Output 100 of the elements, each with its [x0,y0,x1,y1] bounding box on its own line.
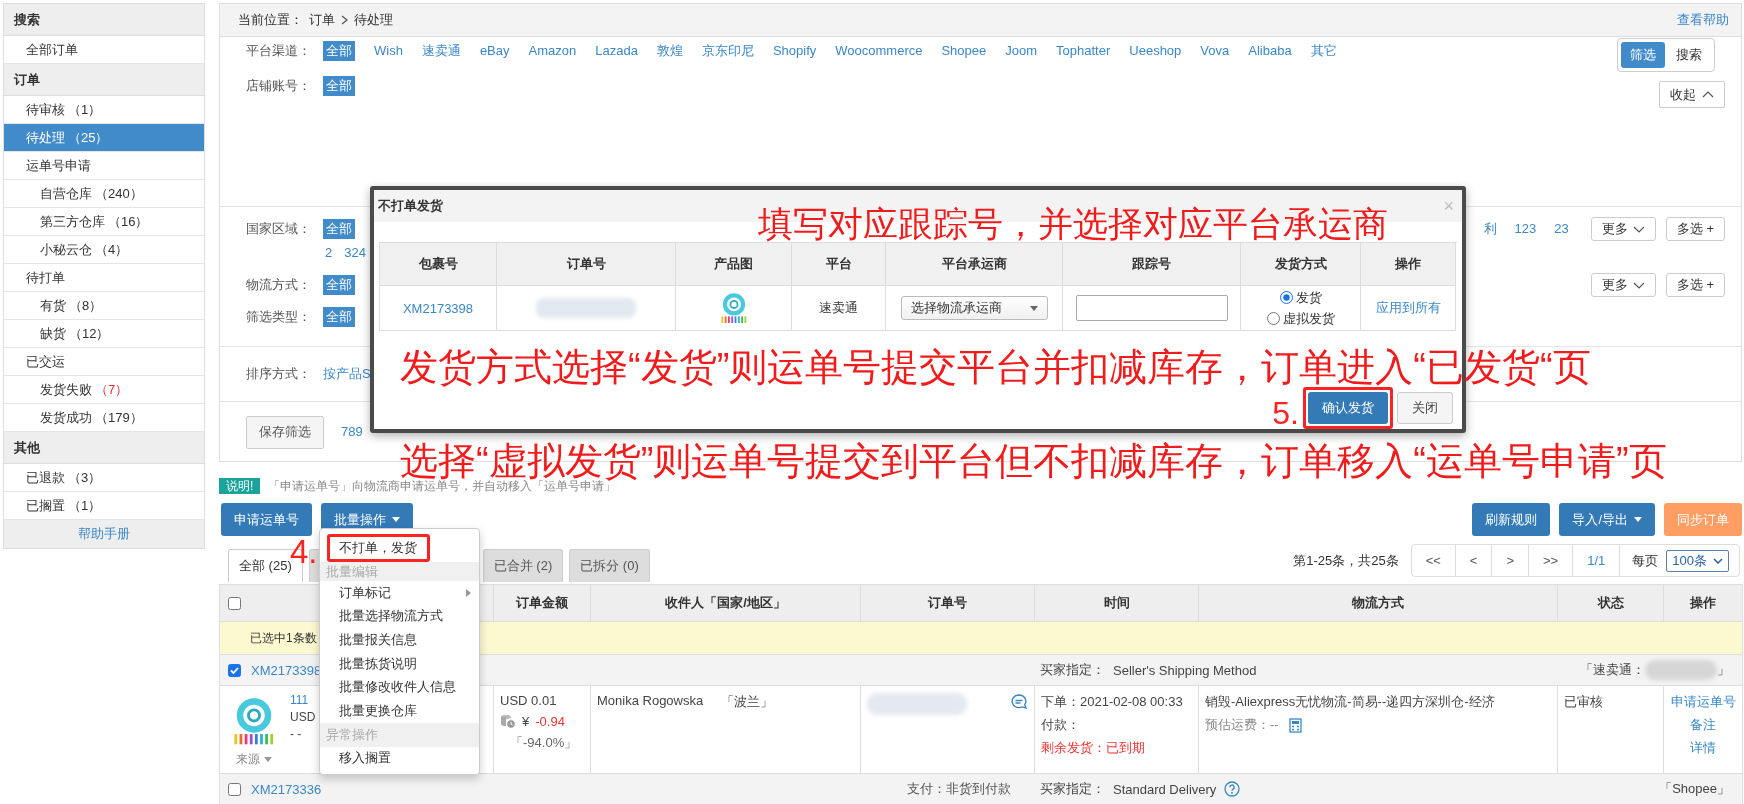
page-button[interactable]: >> [1529,545,1574,576]
filter-option[interactable]: Joom [1005,41,1038,61]
filter-label: 店铺账号： [246,77,312,95]
filter-option[interactable]: 全部 [323,307,355,327]
filter-option[interactable]: 按产品S [323,364,371,384]
page-button[interactable]: < [1455,545,1493,576]
order-link[interactable]: XM2173336 [251,781,322,797]
filter-option[interactable]: 324 [344,243,366,263]
apply-all-link[interactable]: 应用到所有 [1361,286,1456,331]
sidebar-item[interactable]: 有货 （8） [4,292,204,320]
help-link[interactable]: 帮助手册 [4,520,204,549]
more-button[interactable]: 更多 [1590,273,1656,297]
column-header: 订单号 [861,584,1035,621]
more-button[interactable]: 更多 [1590,217,1656,241]
filter-option[interactable]: Tophatter [1056,41,1111,61]
menu-item[interactable]: 批量更换仓库 [320,698,479,723]
filter-option[interactable]: Shopee [941,41,987,61]
menu-item[interactable]: 批量拣货说明 [320,651,479,676]
filter-option[interactable]: 京东印尼 [701,41,754,61]
action-button[interactable]: 申请运单号 [221,503,312,536]
filter-option[interactable]: Alibaba [1248,41,1292,61]
order-link[interactable]: XM2173398 [251,662,322,678]
filter-option[interactable]: 全部 [323,76,355,96]
product-link[interactable]: 111 [290,693,316,707]
filter-option[interactable]: Vova [1200,41,1230,61]
action-link[interactable]: 申请运单号 [1670,693,1736,711]
filter-option[interactable]: Woocommerce [835,41,923,61]
sidebar-item[interactable]: 发货失败 （7） [4,376,204,404]
sidebar-item[interactable]: 已交运 [4,348,204,376]
product-sku: - - [290,727,303,741]
sidebar-item[interactable]: 小秘云仓 （4） [4,236,204,264]
radio-button[interactable] [1279,291,1293,304]
help-link[interactable]: 查看帮助 [1677,11,1729,29]
multi-select-button[interactable]: 多选 + [1665,217,1725,241]
sidebar-item[interactable]: 已退款 （3） [4,464,204,492]
payment-text: 支付：非货到付款 [906,780,1012,798]
filter-option[interactable]: 23 [1554,219,1569,239]
filter-option[interactable]: 全部 [323,219,355,239]
sidebar-item[interactable]: 第三方仓库 （16） [4,208,204,236]
carrier-select[interactable]: 选择物流承运商 [900,296,1048,320]
page-button[interactable]: > [1492,545,1530,576]
product-price: USD [290,710,316,724]
multi-select-button[interactable]: 多选 + [1665,273,1725,297]
checkbox[interactable] [228,663,241,677]
filter-option[interactable]: 789 [341,422,363,442]
menu-item[interactable]: 批量报关信息 [320,628,479,652]
buyer-method: Seller's Shipping Method [1113,662,1257,678]
filter-option[interactable]: 全部 [323,275,355,295]
filter-option[interactable]: eBay [479,41,510,61]
dropdown-button[interactable]: 导入/导出 [1559,503,1655,536]
filter-option[interactable]: Amazon [528,41,577,61]
redaction-blur [1645,660,1717,680]
caret-icon [264,757,272,762]
package-link[interactable]: XM2173398 [380,286,497,331]
filter-option[interactable]: 敦煌 [656,41,683,61]
filter-option[interactable]: Wish [374,41,403,61]
collapse-button[interactable]: 收起 [1659,81,1725,108]
radio-button[interactable] [1266,312,1280,325]
filter-option[interactable]: Shopify [772,41,817,61]
menu-item[interactable]: 订单标记 [320,581,479,605]
switch-option[interactable]: 搜索 [1667,42,1711,68]
checkbox[interactable] [228,596,241,610]
sidebar-item[interactable]: 自营仓库 （240） [4,180,204,208]
breadcrumb-item[interactable]: 订单 [309,11,335,29]
action-link[interactable]: 详情 [1690,739,1716,757]
per-page-select[interactable]: 100条 [1666,549,1729,572]
menu-item[interactable]: 批量选择物流方式 [320,604,479,629]
tracking-number-field[interactable] [1075,295,1228,321]
section-header: 其他 [4,432,204,464]
close-button[interactable]: 关闭 [1397,392,1453,424]
save-filter-button[interactable]: 保存筛选 [246,415,324,449]
tab[interactable]: 已合并 (2) [482,549,564,582]
menu-item[interactable]: 移入搁置 [320,746,479,771]
filter-option[interactable]: 全部 [323,41,355,61]
chevron-down-icon [1632,281,1645,289]
filter-option[interactable]: 123 [1514,219,1537,239]
filter-option[interactable]: 速卖通 [421,41,461,61]
filter-option[interactable]: 其它 [1310,41,1337,61]
filter-option[interactable]: 2 [325,243,333,263]
sidebar-item[interactable]: 运单号申请 [4,152,204,180]
filter-option[interactable]: Ueeshop [1129,41,1182,61]
selection-text: 已选中1条数 [250,629,317,647]
tab[interactable]: 已拆分 (0) [569,549,650,582]
confirm-button[interactable]: 确认发货 [1308,392,1388,424]
action-link[interactable]: 备注 [1690,716,1716,734]
chat-icon [1010,693,1028,711]
menu-item[interactable]: 不打单，发货 [330,536,425,560]
filter-option[interactable]: 利 [1483,219,1497,239]
menu-item[interactable]: 批量修改收件人信息 [320,675,479,699]
filter-option[interactable]: Lazada [595,41,638,61]
sidebar-item[interactable]: 缺货 （12） [4,320,204,348]
action-button[interactable]: 刷新规则 [1472,503,1551,536]
switch-option[interactable]: 筛选 [1621,42,1665,68]
sidebar-item[interactable]: 待打单 [4,264,204,292]
checkbox[interactable] [228,782,241,796]
breadcrumb-item[interactable]: 待处理 [354,11,393,29]
page-button[interactable]: << [1411,545,1456,576]
source-dropdown[interactable]: 来源 [236,751,272,768]
sidebar-item[interactable]: 待处理 （25） [4,124,204,152]
store-label: 」 [1717,661,1730,679]
